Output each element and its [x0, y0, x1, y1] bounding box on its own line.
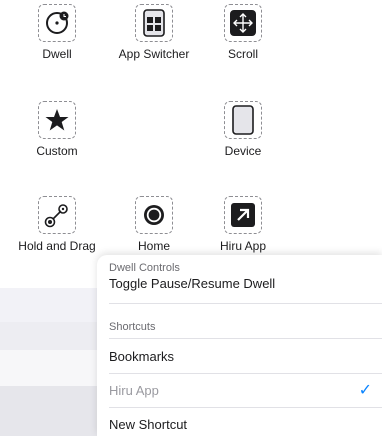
- scroll-tile[interactable]: [224, 4, 262, 42]
- home-tile[interactable]: [135, 196, 173, 234]
- device-icon: [232, 105, 254, 135]
- dwell-tile[interactable]: [38, 4, 76, 42]
- grid-item-home[interactable]: Home: [104, 196, 204, 253]
- dwell-timer-icon: [46, 11, 69, 34]
- custom-tile[interactable]: [38, 101, 76, 139]
- shortcut-menu-sheet: Dwell Controls Toggle Pause/Resume Dwell…: [97, 255, 382, 436]
- device-tile[interactable]: [224, 101, 262, 139]
- shortcuts-header: Shortcuts: [109, 321, 156, 333]
- home-label: Home: [137, 239, 170, 253]
- device-label: Device: [224, 144, 262, 158]
- grid-item-custom[interactable]: Custom: [7, 101, 107, 158]
- dwell-label: Dwell: [42, 47, 72, 61]
- app-switcher-icon: [143, 9, 165, 37]
- divider: [109, 303, 382, 304]
- hold-drag-tile[interactable]: [38, 196, 76, 234]
- home-button-icon: [144, 205, 164, 225]
- hold-drag-icon: [44, 204, 68, 228]
- checkmark-icon: ✓: [358, 382, 372, 399]
- toggle-pause-resume-row[interactable]: Toggle Pause/Resume Dwell: [97, 267, 382, 299]
- hiru-app-label: Hiru App: [219, 239, 267, 253]
- new-shortcut-row[interactable]: New Shortcut: [97, 407, 382, 436]
- app-switcher-label: App Switcher: [118, 47, 190, 61]
- grid-item-dwell[interactable]: Dwell: [7, 4, 107, 61]
- grid-item-device[interactable]: Device: [193, 101, 293, 158]
- arrow-up-right-icon: [231, 203, 255, 227]
- hold-drag-label: Hold and Drag: [18, 239, 96, 253]
- grid-item-hold-drag[interactable]: Hold and Drag: [7, 196, 107, 253]
- bookmarks-row[interactable]: Bookmarks: [97, 339, 382, 373]
- scroll-label: Scroll: [227, 47, 258, 61]
- hiru-app-row[interactable]: Hiru App ✓: [97, 373, 382, 407]
- star-icon: [45, 109, 69, 131]
- grid-item-scroll[interactable]: Scroll: [193, 4, 293, 61]
- app-switcher-tile[interactable]: [135, 4, 173, 42]
- grid-item-app-switcher[interactable]: App Switcher: [104, 4, 204, 61]
- hiru-app-row-label: Hiru App: [109, 382, 159, 398]
- grid-item-hiru-app[interactable]: Hiru App: [193, 196, 293, 253]
- hiru-app-tile[interactable]: [224, 196, 262, 234]
- scroll-arrows-icon: [230, 10, 256, 36]
- custom-label: Custom: [36, 144, 78, 158]
